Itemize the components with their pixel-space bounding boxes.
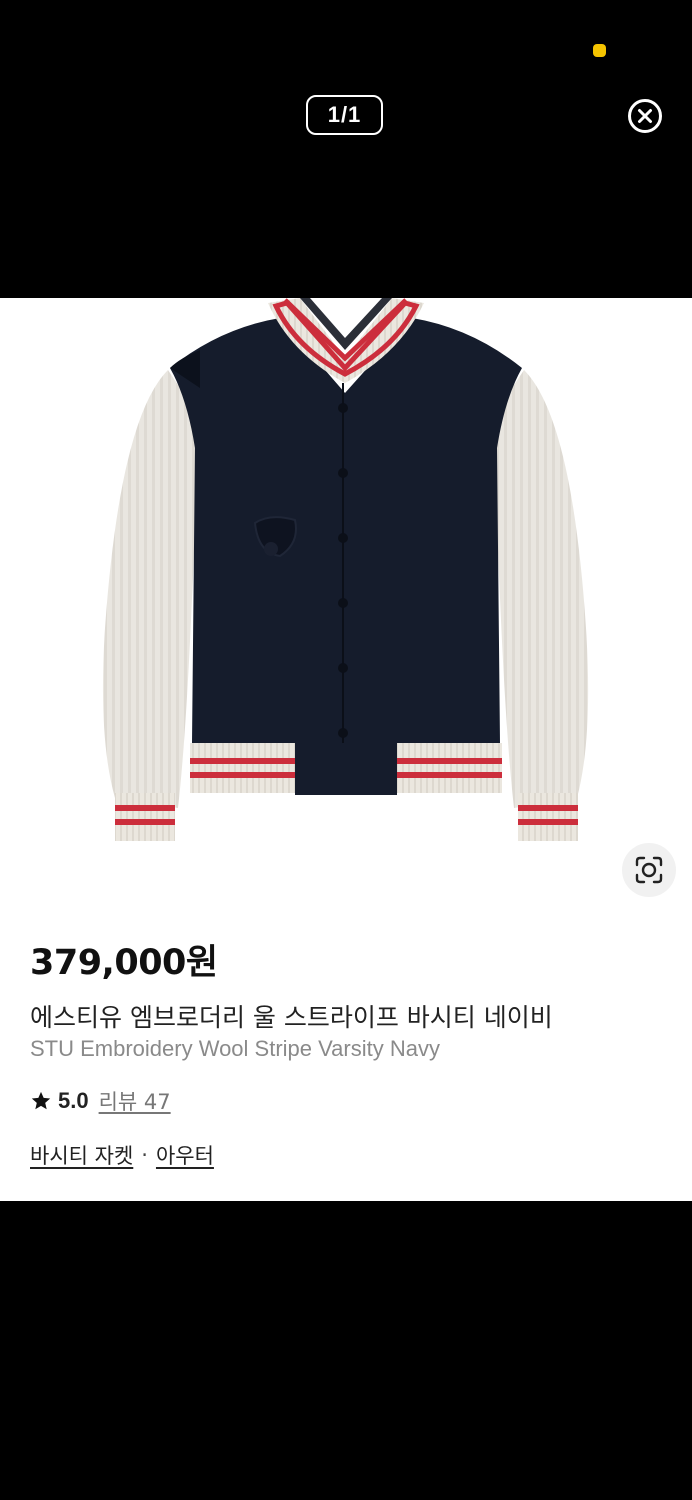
image-counter: 1/1 <box>306 95 383 135</box>
image-counter-text: 1/1 <box>327 102 362 127</box>
category-link-varsity-jacket[interactable]: 바시티 자켓 <box>30 1140 133 1170</box>
category-breadcrumb: 바시티 자켓 · 아우터 <box>30 1140 214 1170</box>
product-name-korean: 에스티유 엠브로더리 울 스트라이프 바시티 네이비 <box>30 1003 553 1032</box>
star-icon <box>31 1091 51 1110</box>
review-count-link[interactable]: 리뷰 47 <box>99 1086 171 1116</box>
product-name-english: STU Embroidery Wool Stripe Varsity Navy <box>30 1036 440 1061</box>
rating-row: 5.0 리뷰 47 <box>30 1086 171 1116</box>
close-button[interactable] <box>627 98 663 134</box>
rating-score: 5.0 <box>58 1088 89 1113</box>
lens-search-icon <box>635 856 663 884</box>
product-sheet: 379,000원 에스티유 엠브로더리 울 스트라이프 바시티 네이비 STU … <box>0 298 692 1201</box>
close-circle-icon <box>628 99 662 133</box>
product-price: 379,000원 <box>30 943 218 983</box>
varsity-jacket-image <box>102 298 589 841</box>
product-photo[interactable] <box>0 298 692 908</box>
category-link-outer[interactable]: 아우터 <box>156 1140 214 1170</box>
category-separator: · <box>141 1143 148 1167</box>
image-search-button[interactable] <box>622 843 676 897</box>
status-indicator-dot <box>593 44 606 57</box>
